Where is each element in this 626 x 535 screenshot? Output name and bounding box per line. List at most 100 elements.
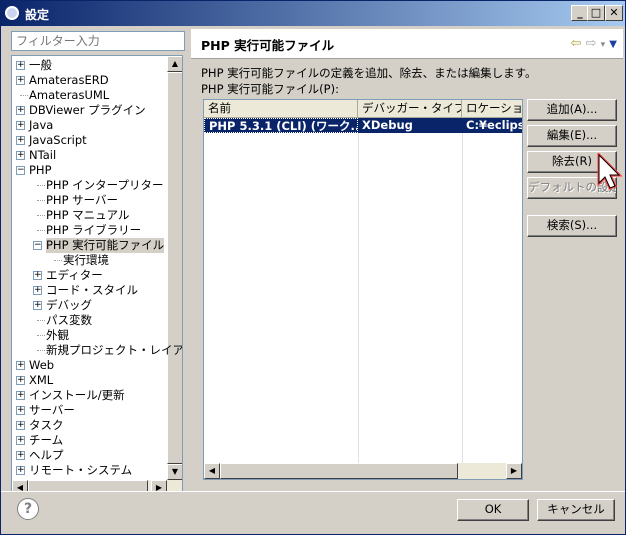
tree-item[interactable]: 実行環境 (63, 253, 109, 268)
expand-icon[interactable]: + (33, 301, 42, 310)
tree-item[interactable]: JavaScript (29, 133, 87, 148)
tree-item[interactable]: NTail (29, 148, 56, 163)
column-divider (462, 118, 463, 463)
expand-icon[interactable]: + (33, 286, 42, 295)
tree-scroll-thumb[interactable] (167, 72, 182, 464)
cancel-button[interactable]: キャンセル (537, 499, 615, 521)
scroll-down-icon[interactable]: ▼ (167, 464, 182, 480)
tree-item[interactable]: PHP マニュアル (46, 208, 129, 223)
tree-vertical-scrollbar[interactable]: ▲ ▼ (167, 56, 182, 480)
expand-icon[interactable]: + (16, 361, 25, 370)
tree-item[interactable]: エディター (46, 268, 103, 283)
tree-connector (37, 350, 45, 351)
tree-item[interactable]: AmaterasERD (29, 73, 109, 88)
tree-item[interactable]: PHP 実行可能ファイル (46, 238, 165, 253)
column-header-location[interactable]: ロケーション (462, 100, 522, 118)
forward-menu-icon[interactable]: ▾ (601, 40, 606, 50)
expand-icon[interactable]: + (16, 121, 25, 130)
tree-connector (37, 320, 45, 321)
collapse-icon[interactable]: − (33, 241, 42, 250)
left-pane: ▲ ▼ ◀ ▶ +一般+AmaterasERDAmaterasUML+DBVie… (5, 29, 186, 497)
tree-item[interactable]: PHP ライブラリー (46, 223, 141, 238)
expand-icon[interactable]: + (16, 391, 25, 400)
scroll-left-icon[interactable]: ◀ (204, 463, 220, 479)
help-icon[interactable]: ? (17, 498, 39, 520)
expand-icon[interactable]: + (16, 376, 25, 385)
tree-item[interactable]: Java (29, 118, 53, 133)
tree-item[interactable]: 新規プロジェクト・レイア (46, 343, 182, 358)
close-button[interactable]: ✕ (605, 5, 623, 21)
column-divider (358, 118, 359, 463)
tree-connector (37, 215, 45, 216)
tree-connector (20, 95, 28, 96)
edit-button[interactable]: 編集(E)... (527, 125, 617, 147)
expand-icon[interactable]: + (16, 136, 25, 145)
maximize-button[interactable]: □ (587, 5, 605, 21)
scroll-right-icon[interactable]: ▶ (506, 463, 522, 479)
cell-debugger: XDebug (358, 118, 462, 133)
tree-item[interactable]: タスク (29, 418, 64, 433)
forward-arrow-icon[interactable]: ⇨ (586, 36, 597, 51)
tree-item[interactable]: Web (29, 358, 54, 373)
executables-table: 名前 デバッガー・タイプ ロケーション PHP 5.3.1 (CLI) (ワーク… (203, 99, 523, 480)
expand-icon[interactable]: + (16, 61, 25, 70)
collapse-icon[interactable]: − (16, 166, 25, 175)
back-arrow-icon[interactable]: ⇦ (571, 36, 582, 51)
expand-icon[interactable]: + (33, 271, 42, 280)
tree-item[interactable]: 外観 (46, 328, 69, 343)
preferences-window: 設定 _ □ ✕ ▲ ▼ ◀ ▶ + 一般 + AmaterasERDAmateras… (0, 0, 626, 535)
title-bar[interactable]: 設定 _ □ ✕ (1, 1, 625, 26)
tree-connector (54, 260, 62, 261)
dialog-footer: ? OK キャンセル (1, 491, 625, 534)
tree-item[interactable]: リモート・システム (29, 463, 132, 478)
table-row[interactable]: PHP 5.3.1 (CLI) (ワーク... XDebug C:¥eclips… (204, 118, 522, 133)
tree-item[interactable]: AmaterasUML (29, 88, 109, 103)
right-pane: PHP 実行可能ファイル ⇦ ⇨ ▾ ▼ PHP 実行可能ファイルの定義を追加、… (191, 29, 623, 487)
view-menu-icon[interactable]: ▼ (609, 39, 617, 50)
tree-item[interactable]: チーム (29, 433, 63, 448)
tree-item[interactable]: PHP インタープリター (46, 178, 163, 193)
scroll-up-icon[interactable]: ▲ (167, 56, 182, 72)
page-header: PHP 実行可能ファイル ⇦ ⇨ ▾ ▼ (191, 29, 623, 59)
cell-location: C:¥eclipse (462, 118, 522, 133)
eclipse-icon (5, 6, 19, 20)
window-title: 設定 (25, 8, 50, 22)
expand-icon[interactable]: + (16, 151, 25, 160)
nav-arrows: ⇦ ⇨ ▾ ▼ (571, 36, 617, 51)
tree-item[interactable]: サーバー (29, 403, 75, 418)
tree-item[interactable]: 一般 (29, 58, 52, 73)
column-header-name[interactable]: 名前 (204, 100, 358, 118)
mouse-cursor-icon (597, 153, 623, 190)
tree-connector (37, 185, 45, 186)
tree-connector (37, 335, 45, 336)
ok-button[interactable]: OK (457, 499, 529, 521)
expand-icon[interactable]: + (16, 436, 25, 445)
expand-icon[interactable]: + (16, 406, 25, 415)
column-header-debugger[interactable]: デバッガー・タイプ (358, 100, 462, 118)
cell-name: PHP 5.3.1 (CLI) (ワーク... (204, 118, 358, 133)
expand-icon[interactable]: + (16, 466, 25, 475)
tree-item[interactable]: コード・スタイル (46, 283, 138, 298)
tree-item[interactable]: DBViewer プラグイン (29, 103, 146, 118)
tree-item[interactable]: パス変数 (46, 313, 92, 328)
search-button[interactable]: 検索(S)... (527, 215, 617, 237)
add-button[interactable]: 追加(A)... (527, 99, 617, 121)
page-title: PHP 実行可能ファイル (201, 38, 335, 53)
tree-connector (37, 200, 45, 201)
tree-item[interactable]: インストール/更新 (29, 388, 125, 403)
expand-icon[interactable]: + (16, 451, 25, 460)
table-horizontal-scrollbar[interactable]: ◀ ▶ (204, 463, 522, 479)
page-description: PHP 実行可能ファイルの定義を追加、除去、または編集します。 (201, 66, 537, 80)
list-label: PHP 実行可能ファイル(P): (201, 82, 339, 96)
tree-item[interactable]: PHP サーバー (46, 193, 118, 208)
expand-icon[interactable]: + (16, 421, 25, 430)
filter-input[interactable] (11, 31, 185, 51)
tree-item[interactable]: PHP (29, 163, 52, 178)
tree-item[interactable]: ヘルプ (29, 448, 64, 463)
tree-connector (37, 230, 45, 231)
expand-icon[interactable]: + (16, 106, 25, 115)
expand-icon[interactable]: + (16, 76, 25, 85)
table-hscroll-thumb[interactable] (220, 463, 458, 479)
tree-item[interactable]: XML (29, 373, 53, 388)
tree-item[interactable]: デバッグ (46, 298, 92, 313)
